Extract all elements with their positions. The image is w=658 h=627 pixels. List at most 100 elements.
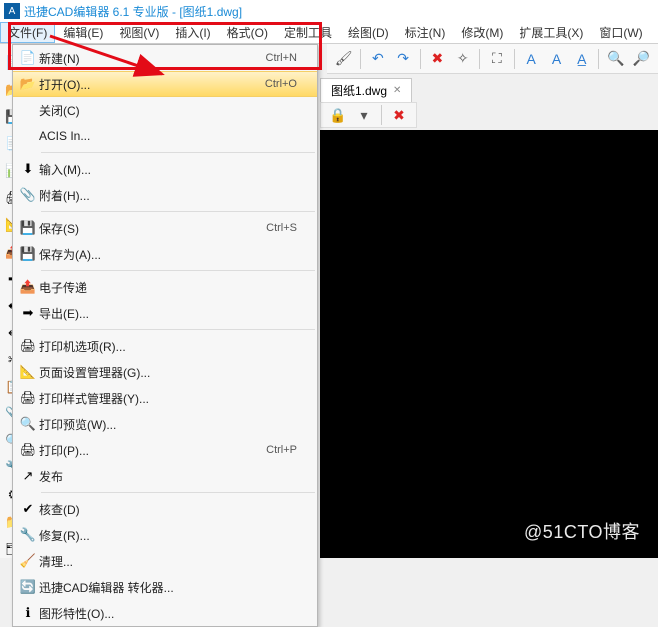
menu-item-shortcut: Ctrl+N bbox=[266, 52, 297, 64]
menu-item-label: 打印(P)... bbox=[39, 442, 266, 459]
menu-10[interactable]: 窗口(W) bbox=[591, 22, 650, 43]
file-menu-item-17[interactable]: 🔍打印预览(W)... bbox=[13, 411, 317, 437]
menu-6[interactable]: 绘图(D) bbox=[340, 22, 397, 43]
menu-item-icon: 🔧 bbox=[17, 527, 39, 543]
file-menu-item-12[interactable]: ➡导出(E)... bbox=[13, 300, 317, 326]
menu-2[interactable]: 视图(V) bbox=[111, 22, 167, 43]
toolbar-separator bbox=[420, 49, 421, 69]
menu-item-icon: ↗ bbox=[17, 468, 39, 484]
toolbar-separator bbox=[479, 49, 480, 69]
menu-item-shortcut: Ctrl+P bbox=[266, 444, 297, 456]
close-x-icon[interactable]: ✖ bbox=[388, 104, 410, 126]
menu-item-icon: 💾 bbox=[17, 246, 39, 262]
menu-item-icon: 🖨 bbox=[17, 442, 39, 458]
menu-item-label: 保存为(A)... bbox=[39, 246, 297, 263]
menu-1[interactable]: 编辑(E) bbox=[55, 22, 111, 43]
menu-4[interactable]: 格式(O) bbox=[219, 22, 276, 43]
file-menu-item-22[interactable]: 🔧修复(R)... bbox=[13, 522, 317, 548]
menu-8[interactable]: 修改(M) bbox=[453, 22, 511, 43]
text-a2-icon[interactable]: A bbox=[546, 48, 567, 70]
file-menu-item-8[interactable]: 💾保存(S)Ctrl+S bbox=[13, 215, 317, 241]
menu-item-label: 打开(O)... bbox=[39, 76, 265, 93]
menu-0[interactable]: 文件(F) bbox=[0, 22, 55, 43]
file-menu-item-2[interactable]: 关闭(C) bbox=[13, 97, 317, 123]
menu-item-icon: ✔ bbox=[17, 501, 39, 517]
tab-drawing1[interactable]: 图纸1.dwg ✕ bbox=[320, 78, 412, 102]
text-underline-icon[interactable]: A̲ bbox=[571, 48, 592, 70]
toolbar-separator bbox=[360, 49, 361, 69]
menu-bar: 文件(F)编辑(E)视图(V)插入(I)格式(O)定制工具绘图(D)标注(N)修… bbox=[0, 22, 658, 44]
toolbar-separator bbox=[598, 49, 599, 69]
menu-9[interactable]: 扩展工具(X) bbox=[511, 22, 591, 43]
menu-item-label: 迅捷CAD编辑器 转化器... bbox=[39, 579, 297, 596]
menu-divider bbox=[41, 152, 315, 153]
menu-item-icon: 💾 bbox=[17, 220, 39, 236]
menu-7[interactable]: 标注(N) bbox=[397, 22, 454, 43]
file-menu-item-21[interactable]: ✔核查(D) bbox=[13, 496, 317, 522]
menu-item-label: 打印预览(W)... bbox=[39, 416, 297, 433]
menu-item-label: 关闭(C) bbox=[39, 102, 297, 119]
drawing-canvas[interactable] bbox=[320, 130, 658, 558]
file-menu-item-18[interactable]: 🖨打印(P)...Ctrl+P bbox=[13, 437, 317, 463]
file-menu-item-6[interactable]: 📎附着(H)... bbox=[13, 182, 317, 208]
menu-item-label: 修复(R)... bbox=[39, 527, 297, 544]
menu-item-label: 保存(S) bbox=[39, 220, 266, 237]
menu-item-label: 新建(N) bbox=[39, 50, 266, 67]
redo-icon[interactable]: ↷ bbox=[393, 48, 414, 70]
menu-item-icon: 📤 bbox=[17, 279, 39, 295]
menu-item-label: 输入(M)... bbox=[39, 161, 297, 178]
app-icon: A bbox=[4, 3, 20, 19]
file-menu-item-23[interactable]: 🧹清理... bbox=[13, 548, 317, 574]
menu-item-label: 核查(D) bbox=[39, 501, 297, 518]
find2-icon[interactable]: 🔎 bbox=[631, 48, 652, 70]
menu-item-icon: 🖨 bbox=[17, 390, 39, 406]
spark-icon[interactable]: ✧ bbox=[452, 48, 473, 70]
menu-item-label: ACIS In... bbox=[39, 129, 297, 143]
menu-item-icon: ➡ bbox=[17, 305, 39, 321]
tab-label: 图纸1.dwg bbox=[331, 82, 387, 99]
menu-item-icon: 📎 bbox=[17, 187, 39, 203]
file-menu-item-15[interactable]: 📐页面设置管理器(G)... bbox=[13, 359, 317, 385]
file-menu-item-11[interactable]: 📤电子传递 bbox=[13, 274, 317, 300]
erase-icon[interactable]: ✖ bbox=[427, 48, 448, 70]
watermark-text: @51CTO博客 bbox=[524, 518, 640, 544]
file-menu-item-24[interactable]: 🔄迅捷CAD编辑器 转化器... bbox=[13, 574, 317, 600]
document-tabs: 图纸1.dwg ✕ bbox=[320, 74, 412, 102]
menu-item-shortcut: Ctrl+S bbox=[266, 222, 297, 234]
title-bar: A 迅捷CAD编辑器 6.1 专业版 - [图纸1.dwg] bbox=[0, 0, 658, 22]
file-menu-item-16[interactable]: 🖨打印样式管理器(Y)... bbox=[13, 385, 317, 411]
menu-divider bbox=[41, 492, 315, 493]
file-menu-item-1[interactable]: 📂打开(O)...Ctrl+O bbox=[13, 71, 317, 97]
text-a-icon[interactable]: A bbox=[521, 48, 542, 70]
menu-item-label: 图形特性(O)... bbox=[39, 605, 297, 622]
menu-item-icon: 📂 bbox=[17, 76, 39, 92]
file-menu-item-0[interactable]: 📄新建(N)Ctrl+N bbox=[13, 45, 317, 71]
menu-item-label: 导出(E)... bbox=[39, 305, 297, 322]
menu-5[interactable]: 定制工具 bbox=[276, 22, 340, 43]
menu-item-label: 清理... bbox=[39, 553, 297, 570]
menu-item-label: 打印样式管理器(Y)... bbox=[39, 390, 297, 407]
menu-3[interactable]: 插入(I) bbox=[167, 22, 218, 43]
find-icon[interactable]: 🔍 bbox=[605, 48, 626, 70]
undo-icon[interactable]: ↶ bbox=[367, 48, 388, 70]
file-menu-item-14[interactable]: 🖨打印机选项(R)... bbox=[13, 333, 317, 359]
window-title: 迅捷CAD编辑器 6.1 专业版 - [图纸1.dwg] bbox=[24, 3, 242, 20]
menu-item-icon: 📄 bbox=[17, 50, 39, 66]
brush-icon[interactable]: 🖌 bbox=[333, 48, 354, 70]
toolbar-separator bbox=[381, 105, 382, 125]
dropdown-icon[interactable]: ▾ bbox=[353, 104, 375, 126]
file-menu-item-3[interactable]: ACIS In... bbox=[13, 123, 317, 149]
file-menu-item-5[interactable]: ⬇输入(M)... bbox=[13, 156, 317, 182]
file-menu-item-19[interactable]: ↗发布 bbox=[13, 463, 317, 489]
menu-divider bbox=[41, 211, 315, 212]
menu-item-icon: 🖨 bbox=[17, 338, 39, 354]
menu-item-icon: ⬇ bbox=[17, 161, 39, 177]
file-menu-item-25[interactable]: ℹ图形特性(O)... bbox=[13, 600, 317, 626]
lock-icon[interactable]: 🔒 bbox=[327, 104, 349, 126]
menu-item-icon: 🧹 bbox=[17, 553, 39, 569]
file-menu-item-9[interactable]: 💾保存为(A)... bbox=[13, 241, 317, 267]
sub-toolbar: 🔒▾ ✖ bbox=[320, 102, 417, 128]
select-icon[interactable]: ⛶ bbox=[486, 48, 507, 70]
menu-item-icon: ℹ bbox=[17, 605, 39, 621]
close-icon[interactable]: ✕ bbox=[393, 85, 401, 96]
